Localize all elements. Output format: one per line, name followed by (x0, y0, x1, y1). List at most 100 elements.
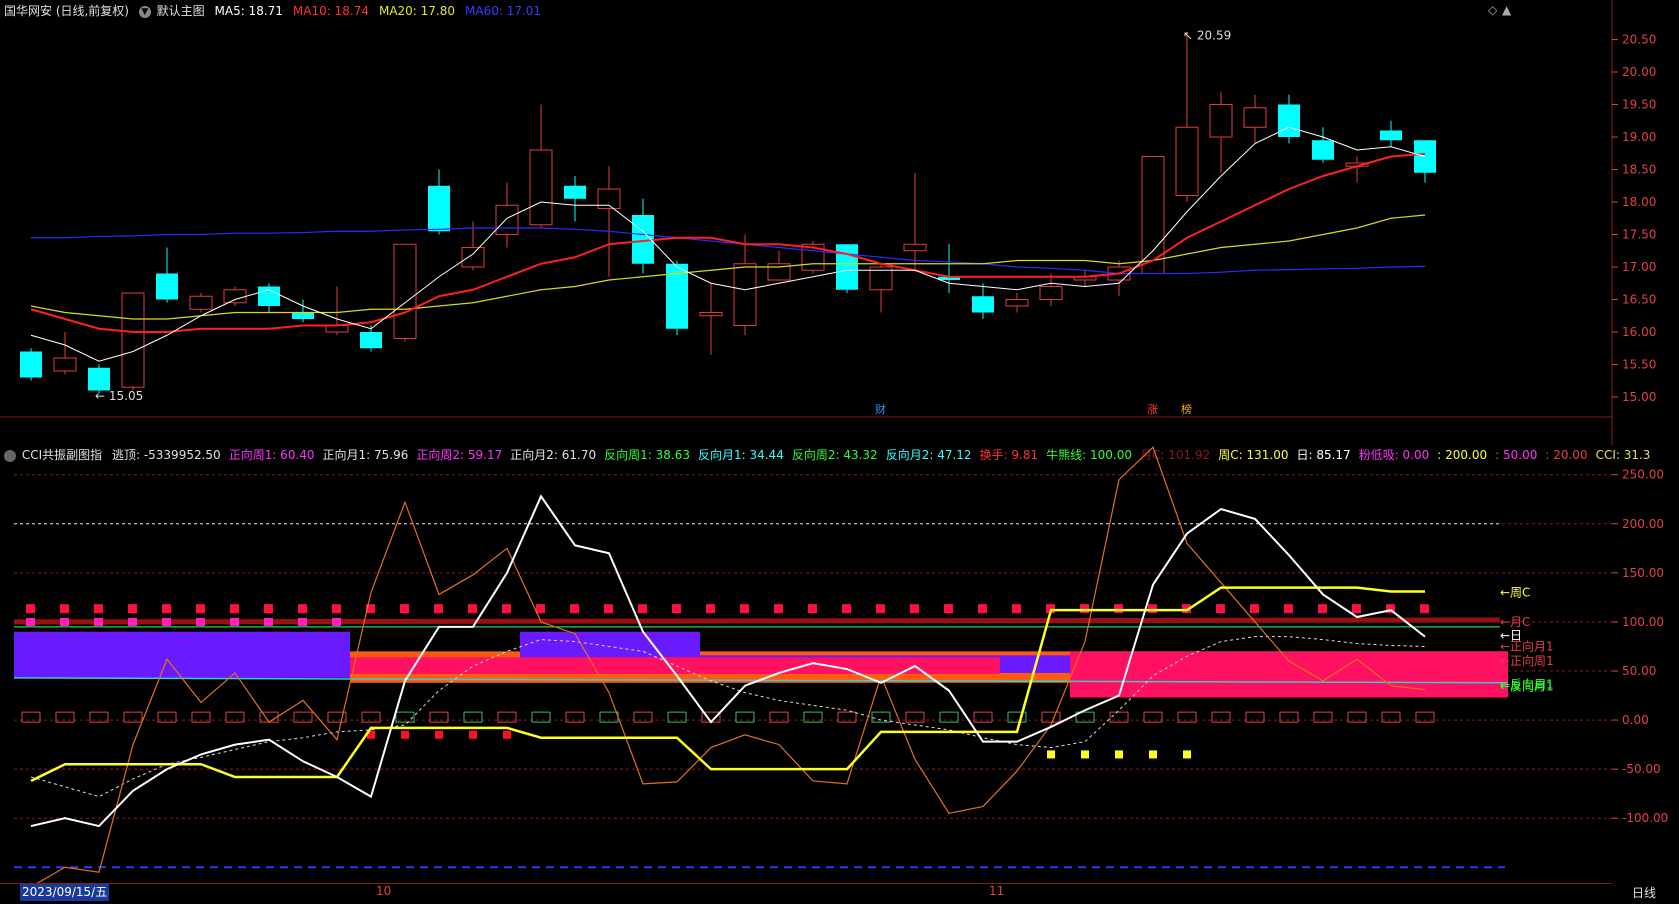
signal-box (395, 711, 415, 723)
y-tick-label: 50.00 (1622, 664, 1656, 678)
signal-box (1109, 711, 1129, 723)
signal-square-red (604, 604, 613, 614)
signal-square-red (706, 604, 715, 614)
signal-square-red (876, 604, 885, 614)
signal-box (1415, 711, 1435, 723)
signal-square-yellow (1149, 750, 1157, 759)
signal-square-low (401, 730, 409, 739)
y-tick-label: 250.00 (1622, 468, 1664, 482)
signal-box (1381, 711, 1401, 723)
signal-square-red (774, 604, 783, 614)
signal-box (769, 711, 789, 723)
signal-box (599, 711, 619, 723)
y-tick-label: 100.00 (1622, 615, 1664, 629)
signal-box (531, 711, 551, 723)
band-blue-1 (14, 631, 350, 678)
signal-box (123, 711, 143, 723)
signal-square-red (264, 604, 273, 614)
signal-square-red (570, 604, 579, 614)
signal-box (55, 711, 75, 723)
signal-square-red (638, 604, 647, 614)
date-axis (0, 883, 1612, 904)
signal-box (837, 711, 857, 723)
signal-square-red (94, 604, 103, 614)
signal-square-red (128, 604, 137, 614)
signal-square-red (1216, 604, 1225, 614)
signal-box (667, 711, 687, 723)
signal-square-red (944, 604, 953, 614)
y-tick-label: 200.00 (1622, 517, 1664, 531)
signal-box (871, 711, 891, 723)
signal-square-yellow (1115, 750, 1123, 759)
signal-square-red (808, 604, 817, 614)
signal-square-pink (332, 617, 341, 626)
signal-square-low (503, 730, 511, 739)
signal-square-low (435, 730, 443, 739)
signal-box (1211, 711, 1231, 723)
cci-indicator-chart[interactable]: 250.00 200.00 150.00 100.00 50.00 0.00 -50.00 -… (0, 0, 1679, 903)
signal-square-red (1318, 604, 1327, 614)
month-label-10: 10 (376, 884, 392, 898)
signal-square-red (26, 604, 35, 614)
signal-box (905, 711, 925, 723)
signal-box (1347, 711, 1367, 723)
signal-box (565, 711, 585, 723)
signal-box (735, 711, 755, 723)
signal-box (1177, 711, 1197, 723)
first-date-label: 2023/09/15/五 (20, 884, 110, 901)
signal-square-pink (26, 617, 35, 626)
signal-square-low (469, 730, 477, 739)
signal-box (157, 711, 177, 723)
right-series-label: ←正向周1 (1500, 653, 1554, 668)
signal-square-red (230, 604, 239, 614)
y-tick-label: -50.00 (1622, 762, 1661, 776)
right-series-label: ←月C (1500, 615, 1530, 629)
signal-square-pink (128, 617, 137, 626)
signal-square-yellow (1081, 750, 1089, 759)
signal-box (361, 711, 381, 723)
signal-square-pink (230, 617, 239, 626)
right-series-label: ←反向月1 (1500, 679, 1554, 694)
period-label[interactable]: 日线 (1632, 884, 1656, 901)
signal-square-yellow (1047, 750, 1055, 759)
y-tick-label: 150.00 (1622, 566, 1664, 580)
signal-box (1313, 711, 1333, 723)
signal-square-red (842, 604, 851, 614)
signal-square-red (162, 604, 171, 614)
signal-square-red (1284, 604, 1293, 614)
signal-square-red (536, 604, 545, 614)
signal-box (191, 711, 211, 723)
signal-square-red (502, 604, 511, 614)
signal-square-red (298, 604, 307, 614)
signal-box (633, 711, 653, 723)
signal-square-red (1012, 604, 1021, 614)
signal-box (21, 711, 41, 723)
signal-square-red (468, 604, 477, 614)
signal-square-pink (94, 617, 103, 626)
signal-square-pink (298, 617, 307, 626)
signal-box (1245, 711, 1265, 723)
signal-box (225, 711, 245, 723)
signal-square-yellow (1183, 750, 1191, 759)
signal-square-red (740, 604, 749, 614)
band-pink (1070, 651, 1508, 698)
signal-box (89, 711, 109, 723)
signal-square-red (1080, 604, 1089, 614)
month-label-11: 11 (989, 884, 1005, 898)
signal-box (973, 711, 993, 723)
signal-square-red (1148, 604, 1157, 614)
signal-box (429, 711, 449, 723)
y-tick-label: 0.00 (1622, 713, 1649, 727)
signal-square-red (332, 604, 341, 614)
signal-box (1279, 711, 1299, 723)
signal-square-pink (264, 617, 273, 626)
right-series-label: ←正向月1 (1500, 638, 1554, 653)
y-tick-label: -100.00 (1622, 811, 1668, 825)
signal-square-red (1250, 604, 1259, 614)
signal-square-red (672, 604, 681, 614)
signal-square-red (978, 604, 987, 614)
right-series-label: ←周C (1500, 585, 1530, 599)
signal-box (803, 711, 823, 723)
signal-box (1041, 711, 1061, 723)
signal-square-red (60, 604, 69, 614)
